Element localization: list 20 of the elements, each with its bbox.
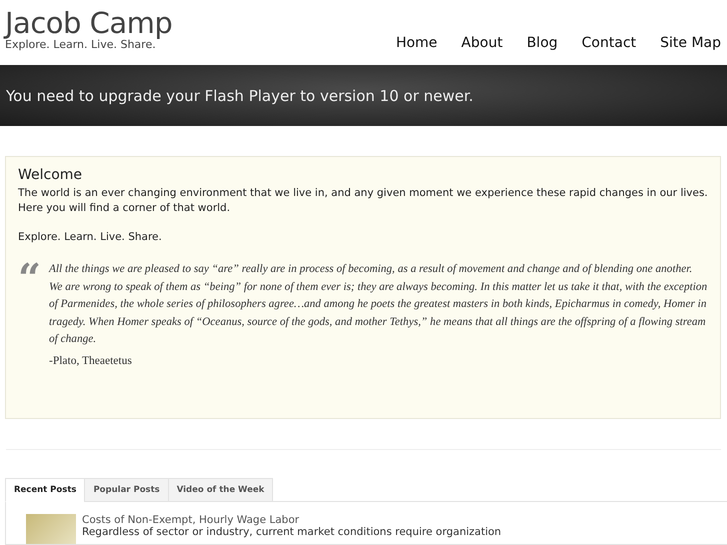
post-excerpt: Regardless of sector or industry, current market conditions require organization [82,526,502,538]
welcome-paragraph: Explore. Learn. Live. Share. [18,230,163,246]
site-title: Jacob Camp [5,8,172,38]
quote-mark: “ [18,261,42,292]
nav-link[interactable]: Contact [582,35,636,52]
tab[interactable]: Popular Posts [84,478,169,502]
nav-link[interactable]: Home [396,35,438,52]
site-tagline: Explore. Learn. Live. Share. [5,38,156,52]
quote-text: All the things we are pleased to say “are” really are in process of becoming, as a result of movement and change and of blending one another. We are wrong to speak of them as “being” for none of them ever is; they are always becoming. In this matter let us take it that, with the exception of Parmenides, the whole series of philosophers agree…and among he poets the greatest masters in both kinds, Epicharmus in comedy, Homer in tragedy. When Homer speaks of “Oceanus, source of the gods, and mother Tethys,” he means that all things are the offspring of a flowing stream of change. [49,262,708,348]
post-title-link[interactable]: Costs of Non-Exempt, Hourly Wage Labor [82,514,502,526]
welcome-heading: Welcome [18,167,84,184]
quote-attribution: -Plato, Theaetetus [49,354,133,367]
tab[interactable]: Recent Posts [5,478,86,502]
photo-placeholder [26,514,76,544]
tab[interactable]: Video of the Week [168,478,274,502]
welcome-paragraph: The world is an ever changing environment that we live in, and any given moment we experience these rapid changes in our lives. Here you will find a corner of that world. [18,186,708,216]
nav-link[interactable]: Blog [526,35,558,52]
nav-link[interactable]: Site Map [660,35,721,52]
nav-link[interactable]: About [461,35,503,52]
banner-message: You need to upgrade your Flash Player to version 10 or newer. [6,86,474,105]
